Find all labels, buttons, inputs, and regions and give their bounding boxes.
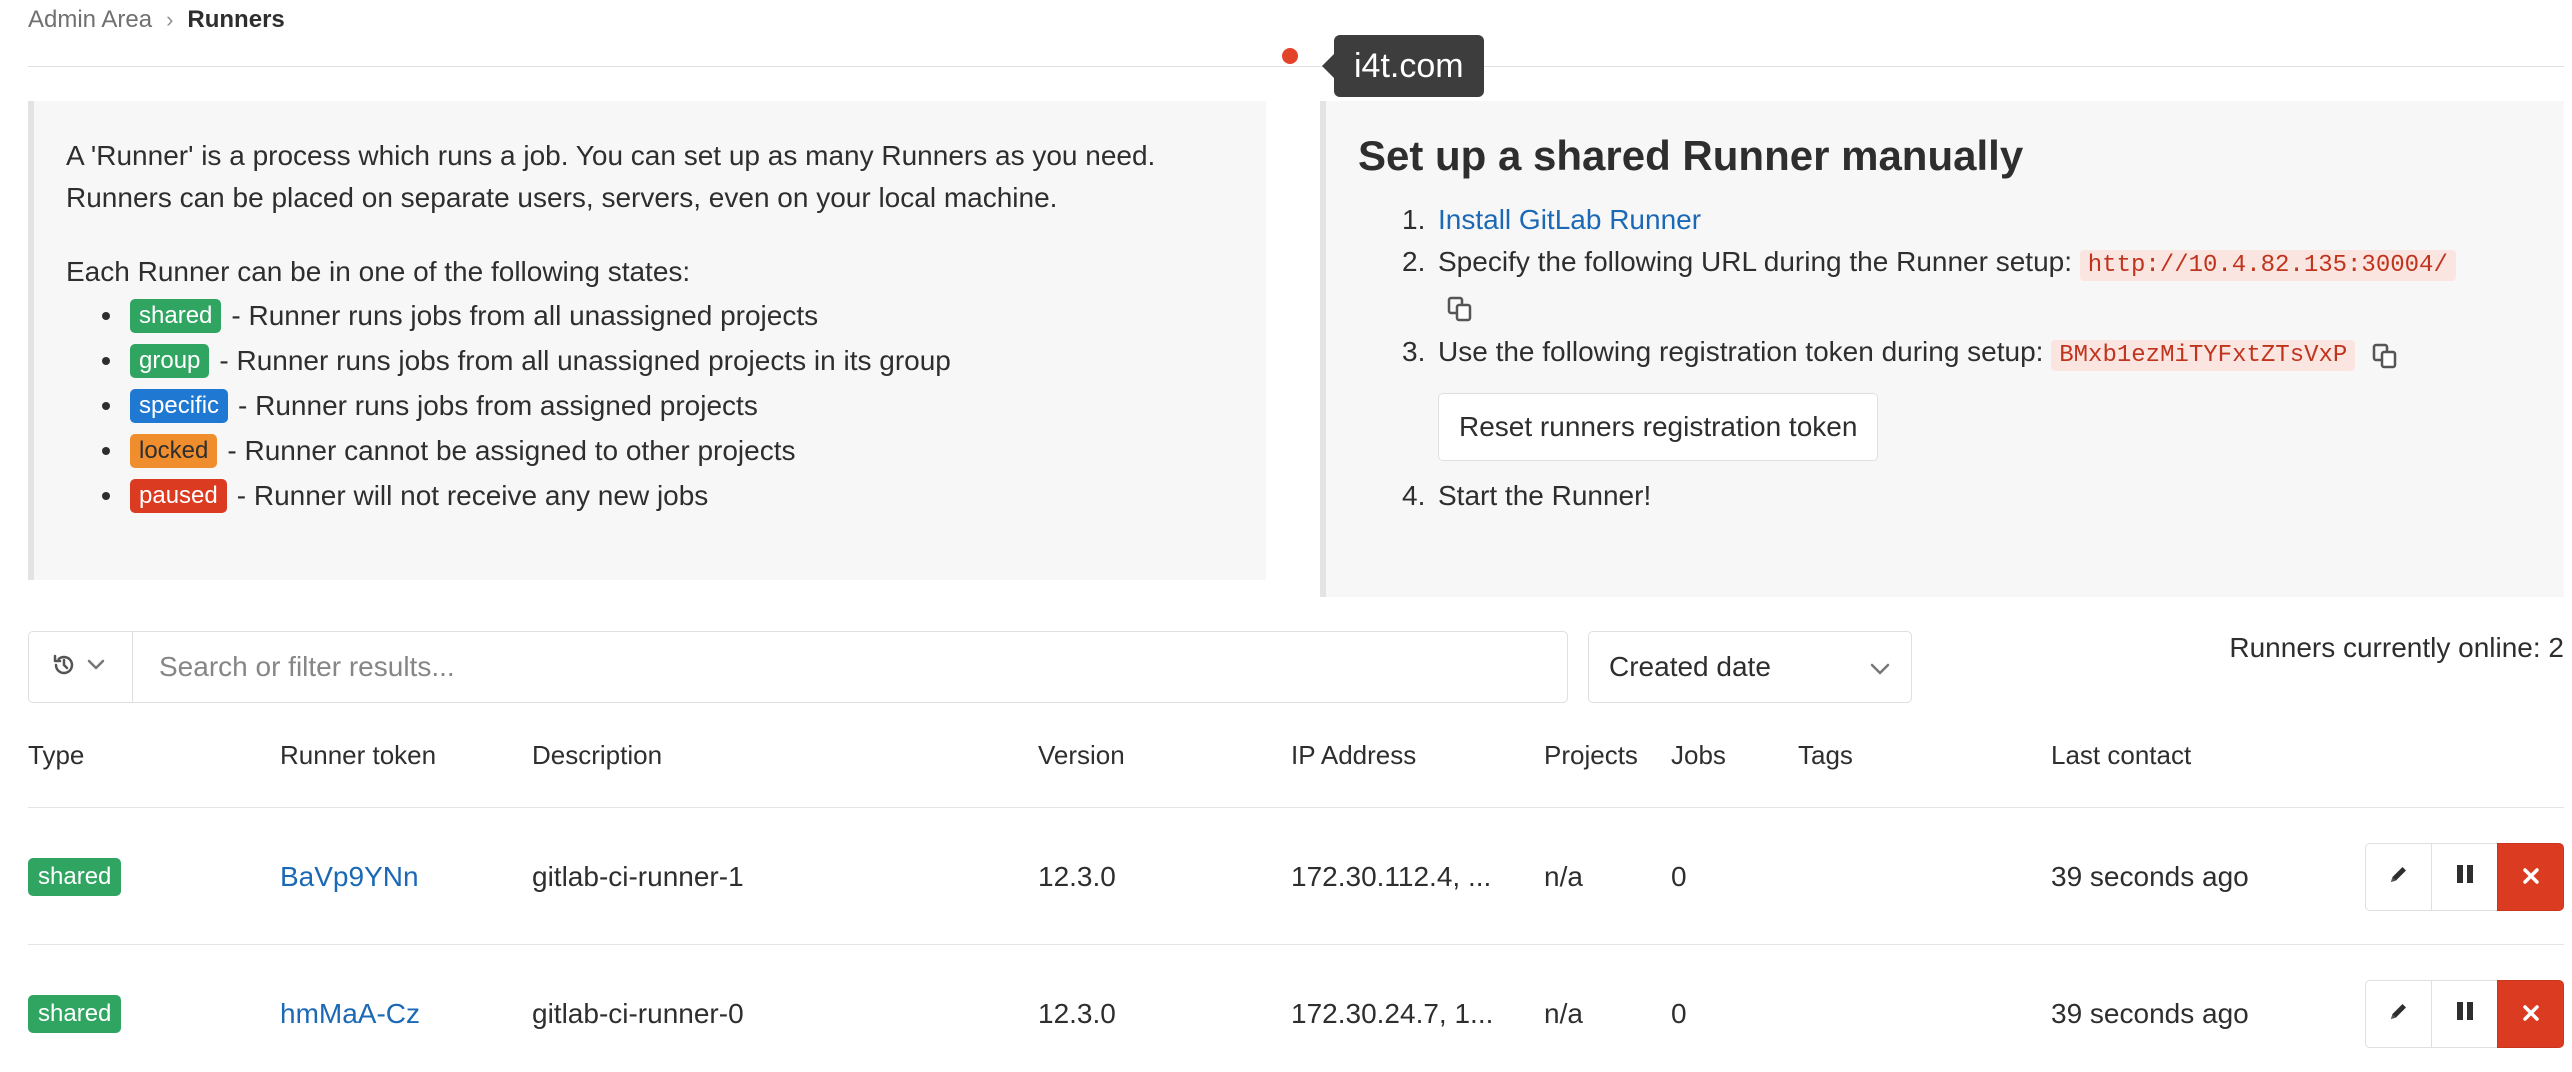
setup-step-1: 1. Install GitLab Runner xyxy=(1358,199,2564,241)
col-jobs: Jobs xyxy=(1671,740,1726,770)
col-runner-token: Runner token xyxy=(280,740,437,770)
recent-searches-button[interactable] xyxy=(29,632,133,702)
sort-dropdown[interactable]: Created date xyxy=(1588,631,1912,703)
sort-label: Created date xyxy=(1609,651,1771,682)
state-item-paused: paused - Runner will not receive any new… xyxy=(102,473,1266,518)
runner-last-contact: 39 seconds ago xyxy=(2051,997,2249,1029)
runner-projects: n/a xyxy=(1544,860,1583,892)
token-instruction: Use the following registration token dur… xyxy=(1438,336,2044,367)
pencil-icon xyxy=(2387,998,2411,1030)
breadcrumb-admin-area[interactable]: Admin Area xyxy=(28,6,152,34)
edit-runner-button[interactable] xyxy=(2365,980,2432,1048)
runner-intro-text: A 'Runner' is a process which runs a job… xyxy=(66,140,1156,213)
locked-badge: locked xyxy=(130,433,218,468)
setup-steps: 1. Install GitLab Runner 2. Specify the … xyxy=(1358,199,2564,517)
state-item-specific: specific - Runner runs jobs from assigne… xyxy=(102,383,1266,428)
col-tags: Tags xyxy=(1798,740,1853,770)
runner-states-intro: Each Runner can be in one of the followi… xyxy=(66,256,691,287)
col-ip-address: IP Address xyxy=(1291,740,1417,770)
table-row: shared BaVp9YNn gitlab-ci-runner-1 12.3.… xyxy=(28,809,2564,945)
registration-token: BMxb1ezMiTYFxtZTsVxP xyxy=(2051,340,2356,371)
col-projects: Projects xyxy=(1544,740,1638,770)
breadcrumb-current[interactable]: Runners xyxy=(187,6,284,34)
edit-runner-button[interactable] xyxy=(2365,843,2432,911)
setup-step-2: 2. Specify the following URL during the … xyxy=(1358,241,2564,329)
runner-version: 12.3.0 xyxy=(1038,997,1116,1029)
runner-type-badge: shared xyxy=(28,994,122,1033)
runner-version: 12.3.0 xyxy=(1038,860,1116,892)
history-icon xyxy=(51,652,77,683)
setup-step-4: 4. Start the Runner! xyxy=(1358,475,2564,517)
remove-runner-button[interactable] xyxy=(2497,843,2564,911)
runner-token-link[interactable]: BaVp9YNn xyxy=(280,861,419,893)
state-description: - Runner cannot be assigned to other pro… xyxy=(227,434,796,466)
specific-badge: specific xyxy=(130,388,229,423)
state-item-group: group - Runner runs jobs from all unassi… xyxy=(102,338,1266,383)
runner-type-badge: shared xyxy=(28,857,122,896)
step-number: 2. xyxy=(1402,246,1426,277)
setup-title: Set up a shared Runner manually xyxy=(1358,132,2024,179)
copy-url-icon[interactable] xyxy=(1446,293,1474,322)
pause-icon xyxy=(2454,998,2476,1030)
pause-runner-button[interactable] xyxy=(2431,980,2498,1048)
group-badge: group xyxy=(130,343,210,378)
pause-runner-button[interactable] xyxy=(2431,843,2498,911)
state-description: - Runner runs jobs from all unassigned p… xyxy=(219,344,951,376)
runner-description: gitlab-ci-runner-1 xyxy=(532,860,744,892)
runner-token-link[interactable]: hmMaA-Cz xyxy=(280,998,420,1030)
step-number: 3. xyxy=(1402,336,1426,367)
shared-runner-setup-panel: Set up a shared Runner manually 1. Insta… xyxy=(1320,101,2564,597)
close-icon xyxy=(2521,861,2541,893)
runner-ip: 172.30.112.4, ... xyxy=(1291,860,1492,892)
coordinator-url: http://10.4.82.135:30004/ xyxy=(2079,250,2456,281)
url-instruction: Specify the following URL during the Run… xyxy=(1438,246,2072,277)
step-number: 4. xyxy=(1402,480,1426,511)
table-row: shared hmMaA-Cz gitlab-ci-runner-0 12.3.… xyxy=(28,946,2564,1072)
runner-info-panel: A 'Runner' is a process which runs a job… xyxy=(28,101,1266,580)
start-runner-text: Start the Runner! xyxy=(1438,480,1652,511)
copy-token-icon[interactable] xyxy=(2371,340,2399,368)
col-version: Version xyxy=(1038,740,1125,770)
setup-step-3: 3. Use the following registration token … xyxy=(1358,331,2564,475)
runner-actions xyxy=(2365,980,2564,1048)
pause-icon xyxy=(2454,861,2476,893)
col-last-contact: Last contact xyxy=(2051,740,2192,770)
runner-states-list: shared - Runner runs jobs from all unass… xyxy=(102,293,1266,518)
runner-ip: 172.30.24.7, 1... xyxy=(1291,997,1494,1029)
paused-badge: paused xyxy=(130,478,227,513)
breadcrumb: Admin Area › Runners xyxy=(28,0,285,40)
state-item-locked: locked - Runner cannot be assigned to ot… xyxy=(102,428,1266,473)
shared-badge: shared xyxy=(130,298,222,333)
chevron-down-icon xyxy=(87,658,105,676)
remove-runner-button[interactable] xyxy=(2497,980,2564,1048)
breadcrumb-separator: › xyxy=(166,7,174,32)
runner-jobs: 0 xyxy=(1671,860,1687,892)
runner-actions xyxy=(2365,843,2564,911)
admin-runners-page: Admin Area › Runners i4t.com A 'Runner' … xyxy=(28,0,2564,1072)
close-icon xyxy=(2521,998,2541,1030)
overlay-tooltip: i4t.com xyxy=(1322,35,1484,97)
search-input[interactable] xyxy=(133,632,1567,702)
state-description: - Runner will not receive any new jobs xyxy=(236,479,709,511)
state-description: - Runner runs jobs from all unassigned p… xyxy=(231,299,819,331)
runner-last-contact: 39 seconds ago xyxy=(2051,860,2249,892)
state-item-shared: shared - Runner runs jobs from all unass… xyxy=(102,293,1266,338)
runners-online-count: Runners currently online: 2 xyxy=(2229,632,2564,663)
runners-table-header: Type Runner token Description Version IP… xyxy=(28,740,2564,808)
runner-description: gitlab-ci-runner-0 xyxy=(532,997,744,1029)
filtered-search-bar xyxy=(28,631,1568,703)
install-runner-link[interactable]: Install GitLab Runner xyxy=(1438,204,1701,235)
header-divider xyxy=(28,66,2564,67)
col-type: Type xyxy=(28,740,85,770)
reset-token-button[interactable]: Reset runners registration token xyxy=(1438,393,1879,461)
chevron-down-icon xyxy=(1869,651,1891,683)
notification-dot xyxy=(1282,48,1298,64)
runner-jobs: 0 xyxy=(1671,997,1687,1029)
pencil-icon xyxy=(2387,861,2411,893)
state-description: - Runner runs jobs from assigned project… xyxy=(238,389,758,421)
runner-projects: n/a xyxy=(1544,997,1583,1029)
step-number: 1. xyxy=(1402,204,1426,235)
col-description: Description xyxy=(532,740,663,770)
